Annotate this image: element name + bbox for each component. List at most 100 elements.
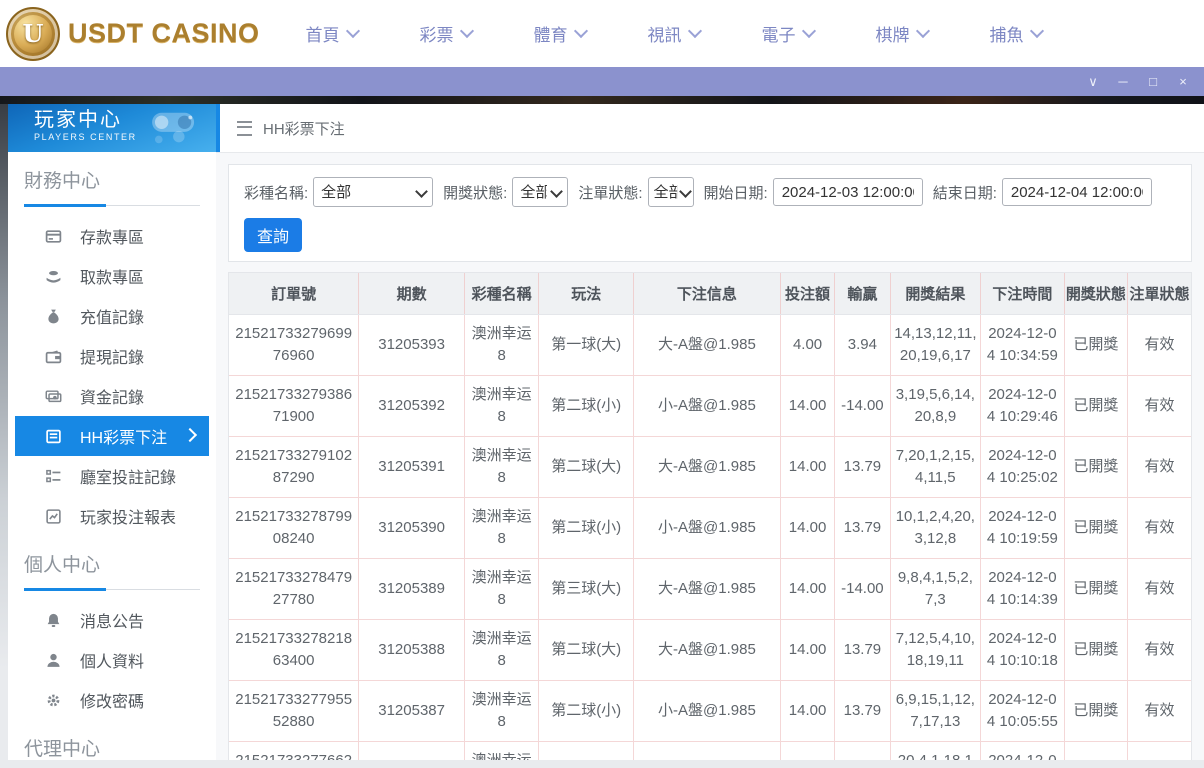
table-header-row: 訂單號 期數 彩種名稱 玩法 下注信息 投注額 輸贏 開獎結果 下注時間 開獎狀態 注單狀態	[229, 273, 1191, 315]
report-icon	[45, 508, 62, 525]
sidebar-item-label: 提現記錄	[80, 350, 145, 367]
nav-item-fishing[interactable]: 捕魚	[989, 21, 1044, 46]
table-cell: 4.00	[780, 314, 836, 376]
table-cell: 20,4,1,18,11,16,8,3	[890, 741, 982, 760]
draw-status-select[interactable]: 全部	[512, 177, 569, 207]
sidebar-item-hh-lottery-bets[interactable]: HH彩票下注	[15, 416, 209, 456]
table-cell: 2152173327938671900	[229, 375, 360, 437]
top-header: U USDT CASINO 首頁 彩票 體育 視訊 電子 棋牌 捕魚	[0, 0, 1204, 67]
sidebar-item-deposit[interactable]: 存款專區	[15, 216, 209, 256]
nav-item-chess[interactable]: 棋牌	[876, 21, 930, 46]
room-records-icon	[45, 468, 62, 485]
table-cell: -14.00	[834, 558, 891, 620]
table-cell: 大-A盤@1.985	[633, 619, 781, 681]
table-row: 2152173327879908240 31205390 澳洲幸运8 第二球(小) 小-…	[229, 497, 1191, 559]
nav-item-lottery[interactable]: 彩票	[420, 21, 474, 46]
lottery-name-label: 彩種名稱:	[244, 184, 309, 202]
table-cell: 2024-12-04 10:29:46	[980, 375, 1065, 437]
lottery-select[interactable]: 全部	[313, 177, 434, 207]
sidebar-item-label: 取款專區	[80, 270, 145, 287]
column-header: 開獎狀態	[1064, 273, 1129, 315]
sidebar-item-change-password[interactable]: 修改密碼	[15, 680, 209, 720]
chevron-down-icon	[345, 23, 360, 39]
table-cell: 大-A盤@1.985	[633, 741, 781, 760]
nav-item-electronic[interactable]: 電子	[762, 21, 816, 46]
page-body: 玩家中心 PLAYERS CENTER 財務中心 存款專區 取款專區 充值記錄 提現記錄…	[0, 104, 1204, 768]
table-cell: 6,9,15,1,12,7,17,13	[890, 680, 982, 742]
table-cell: 2024-12-04 10:10:18	[980, 619, 1065, 681]
sidebar-item-room-bet-records[interactable]: 廳室投註記錄	[15, 456, 209, 496]
sidebar-item-label: 存款專區	[80, 230, 145, 247]
withdraw-icon	[45, 268, 62, 285]
column-header: 下注信息	[633, 273, 781, 315]
bell-icon	[45, 612, 62, 629]
table-cell: 2152173327766277410	[229, 741, 360, 760]
sidebar-section-title: 個人中心	[24, 550, 200, 591]
table-cell: 有效	[1127, 314, 1191, 376]
table-cell: 第二球(大)	[538, 741, 634, 760]
table-cell: 已開獎	[1064, 558, 1129, 620]
expand-button[interactable]: ∨	[1078, 67, 1108, 96]
sidebar-item-profile[interactable]: 個人資料	[15, 640, 209, 680]
minimize-button[interactable]: ─	[1108, 67, 1138, 96]
query-button[interactable]: 查詢	[244, 218, 303, 252]
column-header: 期數	[358, 273, 465, 315]
nav-item-home[interactable]: 首頁	[306, 21, 360, 46]
table-cell: 13.79	[834, 680, 891, 742]
table-cell: 14.00	[780, 619, 836, 681]
close-button[interactable]: ×	[1168, 67, 1198, 96]
order-status-select-wrap: 全部	[647, 177, 694, 207]
chevron-down-icon	[687, 23, 702, 39]
table-cell: 大-A盤@1.985	[633, 436, 781, 498]
table-cell: 13.79	[834, 497, 891, 559]
table-cell: 有效	[1127, 619, 1191, 681]
table-cell: 13.79	[834, 619, 891, 681]
table-cell: 14,13,12,11,20,19,6,17	[890, 314, 982, 376]
table-row: 2152173327821863400 31205388 澳洲幸运8 第二球(大) 大-…	[229, 619, 1191, 681]
column-header: 開獎結果	[890, 273, 982, 315]
logo: U USDT CASINO	[6, 6, 260, 61]
table-row: 2152173327795552880 31205387 澳洲幸运8 第二球(小) 小-…	[229, 680, 1191, 742]
table-cell: 澳洲幸运8	[464, 619, 540, 681]
sidebar-item-funds-records[interactable]: 資金記錄	[15, 376, 209, 416]
maximize-button[interactable]: □	[1138, 67, 1168, 96]
order-status-select[interactable]: 全部	[647, 177, 694, 207]
breadcrumb: HH彩票下注	[216, 104, 1204, 153]
sidebar-item-withdrawal-records[interactable]: 提現記錄	[15, 336, 209, 376]
sidebar-item-label: 修改密碼	[80, 694, 145, 711]
filter-row: 彩種名稱: 全部 開獎狀態: 全部 注單狀態: 全部 開始日期: 結束日期:	[244, 177, 1176, 207]
table-cell: 31205388	[358, 619, 465, 681]
sidebar-item-withdraw[interactable]: 取款專區	[15, 256, 209, 296]
table-cell: 7,20,1,2,15,4,11,5	[890, 436, 982, 498]
main-nav: 首頁 彩票 體育 視訊 電子 棋牌 捕魚	[306, 21, 1044, 46]
sidebar-item-label: 消息公告	[80, 614, 145, 631]
table-cell: 第二球(小)	[538, 375, 634, 437]
menu-icon[interactable]	[237, 120, 252, 136]
sidebar-banner: 玩家中心 PLAYERS CENTER	[8, 104, 216, 152]
column-header: 下注時間	[980, 273, 1065, 315]
table-cell: 2024-12-04 10:14:39	[980, 558, 1065, 620]
table-cell: 澳洲幸运8	[464, 680, 540, 742]
window-title-bar: ∨ ─ □ ×	[0, 67, 1204, 96]
nav-item-sports[interactable]: 體育	[534, 21, 588, 46]
column-header: 投注額	[780, 273, 836, 315]
sidebar-subtitle: PLAYERS CENTER	[34, 132, 137, 142]
table-cell: 已開獎	[1064, 436, 1129, 498]
banner-strip	[0, 96, 1204, 104]
chevron-right-icon	[182, 427, 198, 443]
sidebar-item-recharge-records[interactable]: 充值記錄	[15, 296, 209, 336]
sidebar-item-announcements[interactable]: 消息公告	[15, 600, 209, 640]
sidebar-item-player-bet-report[interactable]: 玩家投注報表	[15, 496, 209, 536]
start-date-input[interactable]	[772, 178, 923, 206]
filter-panel: 彩種名稱: 全部 開獎狀態: 全部 注單狀態: 全部 開始日期: 結束日期:	[228, 164, 1192, 262]
table-cell: 小-A盤@1.985	[633, 497, 781, 559]
sidebar-menu: 財務中心 存款專區 取款專區 充值記錄 提現記錄 資金記錄 HH彩票下注 廳室投註記錄 玩家投注…	[8, 166, 216, 760]
table-cell: 14.00	[780, 741, 836, 760]
end-date-input[interactable]	[1001, 178, 1152, 206]
sidebar-section-title: 代理中心	[24, 734, 200, 760]
nav-item-video[interactable]: 視訊	[648, 21, 702, 46]
logo-letter: U	[22, 19, 44, 48]
sidebar: 玩家中心 PLAYERS CENTER 財務中心 存款專區 取款專區 充值記錄 提現記錄…	[8, 104, 216, 760]
nav-item-label: 捕魚	[989, 26, 1024, 45]
table-cell: 第二球(大)	[538, 619, 634, 681]
